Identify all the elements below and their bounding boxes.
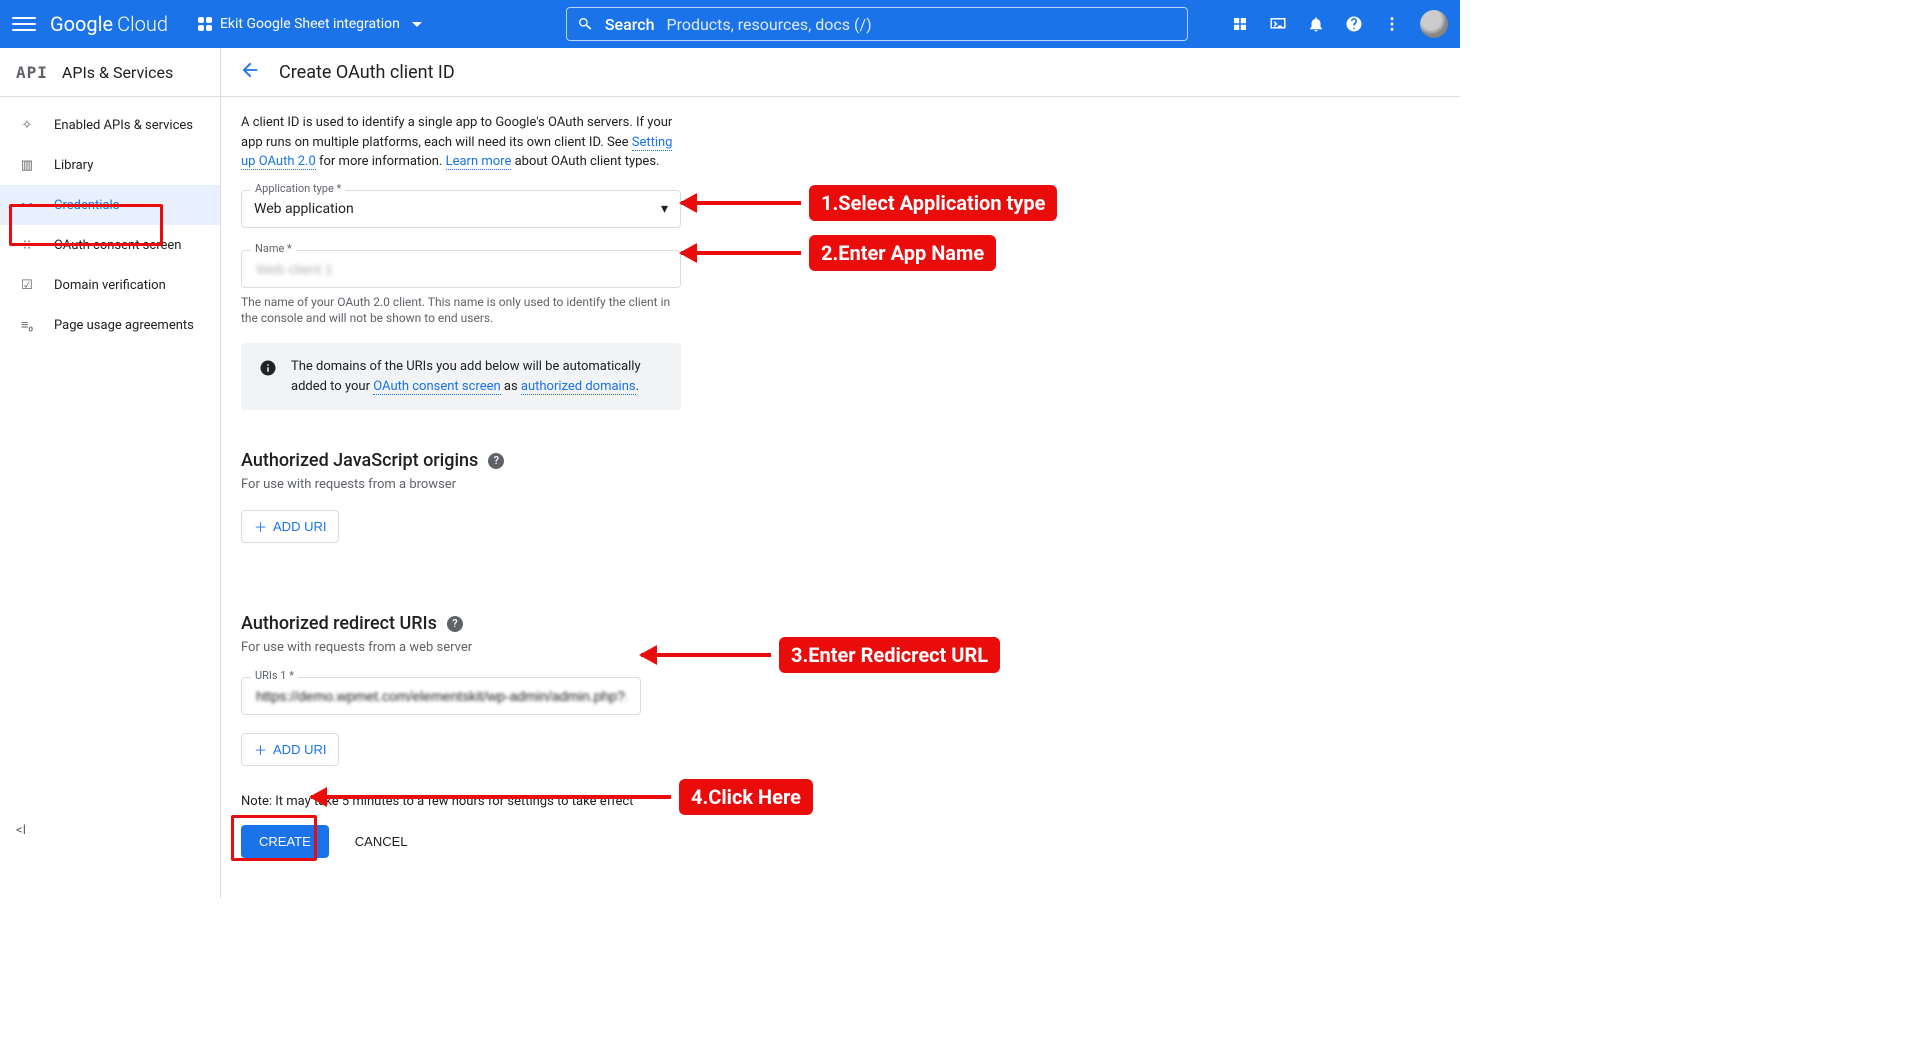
sidebar-item-consent[interactable]: ⁝⁝ OAuth consent screen: [0, 225, 220, 265]
create-button[interactable]: CREATE: [241, 825, 329, 858]
js-origins-heading: Authorized JavaScript origins ?: [241, 450, 1440, 471]
application-type-select[interactable]: Web application ▾: [241, 190, 681, 228]
link-consent-screen[interactable]: OAuth consent screen: [373, 379, 500, 395]
sidebar-item-label: OAuth consent screen: [54, 238, 181, 253]
name-help: The name of your OAuth 2.0 client. This …: [241, 294, 681, 328]
sidebar-item-library[interactable]: ▥ Library: [0, 145, 220, 185]
agreements-icon: ≡₀: [18, 316, 36, 334]
project-icon: [198, 17, 212, 31]
name-input-wrap: [241, 250, 681, 288]
check-icon: ☑: [18, 276, 36, 294]
redirect-heading: Authorized redirect URIs ?: [241, 613, 1440, 634]
application-type-value: Web application: [254, 201, 354, 217]
link-learn-more[interactable]: Learn more: [446, 154, 512, 170]
bell-icon[interactable]: [1306, 14, 1326, 34]
banner-text: .: [636, 379, 639, 394]
name-field: Name *: [241, 250, 681, 288]
sidebar-item-agreements[interactable]: ≡₀ Page usage agreements: [0, 305, 220, 345]
description: A client ID is used to identify a single…: [241, 113, 681, 172]
topbar-right: [1230, 10, 1448, 38]
note: Note: It may take 5 minutes to a few hou…: [241, 794, 1440, 809]
sidebar: API APIs & Services ✧ Enabled APIs & ser…: [0, 48, 221, 898]
desc-text: A client ID is used to identify a single…: [241, 115, 672, 150]
annotation-1-label: 1.Select Application type: [809, 185, 1057, 221]
application-type-field: Application type * Web application ▾: [241, 190, 681, 228]
consent-icon: ⁝⁝: [18, 236, 36, 254]
menu-icon[interactable]: [12, 12, 36, 36]
sidebar-item-enabled-apis[interactable]: ✧ Enabled APIs & services: [0, 105, 220, 145]
add-uri-button-js[interactable]: ＋ ADD URI: [241, 510, 339, 543]
sidebar-header[interactable]: API APIs & Services: [0, 48, 220, 97]
desc-text: for more information.: [316, 154, 446, 169]
plus-icon: ＋: [254, 740, 267, 759]
desc-text: about OAuth client types.: [511, 154, 659, 169]
name-input[interactable]: [254, 260, 668, 278]
help-icon[interactable]: ?: [488, 453, 504, 469]
js-origins-title: Authorized JavaScript origins: [241, 450, 478, 471]
banner-text: as: [501, 379, 521, 394]
search-input[interactable]: Search Products, resources, docs (/): [566, 7, 1188, 41]
enabled-apis-icon: ✧: [18, 116, 36, 134]
sidebar-item-credentials[interactable]: ⊶ Credentials: [0, 185, 220, 225]
cancel-button[interactable]: CANCEL: [349, 833, 414, 850]
project-selector[interactable]: Ekit Google Sheet integration: [198, 16, 422, 32]
annotation-2: 2.Enter App Name: [681, 235, 996, 271]
form-actions: CREATE CANCEL: [241, 825, 414, 858]
redirect-title: Authorized redirect URIs: [241, 613, 437, 634]
add-uri-label: ADD URI: [273, 519, 326, 534]
redirect-sub: For use with requests from a web server: [241, 640, 1440, 655]
js-origins-sub: For use with requests from a browser: [241, 477, 1440, 492]
search-label: Search: [605, 15, 655, 34]
sidebar-item-label: Page usage agreements: [54, 318, 194, 333]
uri1-field: URIs 1 *: [241, 677, 641, 715]
chevron-down-icon: [412, 22, 422, 27]
sidebar-item-label: Enabled APIs & services: [54, 118, 193, 133]
name-label: Name *: [251, 242, 296, 255]
sidebar-item-label: Credentials: [54, 198, 119, 213]
sidebar-item-domain[interactable]: ☑ Domain verification: [0, 265, 220, 305]
topbar: Google Cloud Ekit Google Sheet integrati…: [0, 0, 1460, 48]
main-header: Create OAuth client ID: [221, 48, 1460, 97]
add-uri-label: ADD URI: [273, 742, 326, 757]
plus-icon: ＋: [254, 517, 267, 536]
help-icon[interactable]: [1344, 14, 1364, 34]
annotation-1: 1.Select Application type: [681, 185, 1057, 221]
content: A client ID is used to identify a single…: [221, 97, 1460, 898]
sidebar-item-label: Domain verification: [54, 278, 166, 293]
console-icon[interactable]: [1268, 14, 1288, 34]
uri1-label: URIs 1 *: [251, 669, 298, 682]
gift-icon[interactable]: [1230, 14, 1250, 34]
application-type-label: Application type *: [251, 182, 345, 195]
add-uri-button-redirect[interactable]: ＋ ADD URI: [241, 733, 339, 766]
back-arrow-icon[interactable]: [239, 59, 261, 85]
help-icon[interactable]: ?: [447, 616, 463, 632]
uri1-input[interactable]: [254, 687, 628, 705]
chevron-down-icon: ▾: [661, 201, 668, 217]
search-placeholder: Products, resources, docs (/): [666, 15, 871, 34]
library-icon: ▥: [18, 156, 36, 174]
sidebar-title: APIs & Services: [62, 63, 173, 82]
info-icon: [259, 359, 277, 384]
annotation-2-label: 2.Enter App Name: [809, 235, 996, 271]
brand[interactable]: Google Cloud: [50, 12, 168, 36]
key-icon: ⊶: [18, 196, 36, 214]
sidebar-item-label: Library: [54, 158, 93, 173]
info-banner: The domains of the URIs you add below wi…: [241, 343, 681, 410]
brand-cloud: Cloud: [117, 12, 168, 36]
avatar[interactable]: [1420, 10, 1448, 38]
uri1-input-wrap: [241, 677, 641, 715]
api-logo-icon: API: [16, 63, 48, 82]
search-icon: [577, 16, 593, 32]
link-authorized-domains[interactable]: authorized domains: [521, 379, 636, 395]
collapse-sidebar-icon[interactable]: <I: [16, 823, 26, 838]
brand-google: Google: [50, 12, 113, 36]
project-name: Ekit Google Sheet integration: [220, 16, 400, 32]
main: Create OAuth client ID A client ID is us…: [221, 48, 1460, 898]
more-icon[interactable]: [1382, 14, 1402, 34]
page-title: Create OAuth client ID: [279, 62, 455, 83]
